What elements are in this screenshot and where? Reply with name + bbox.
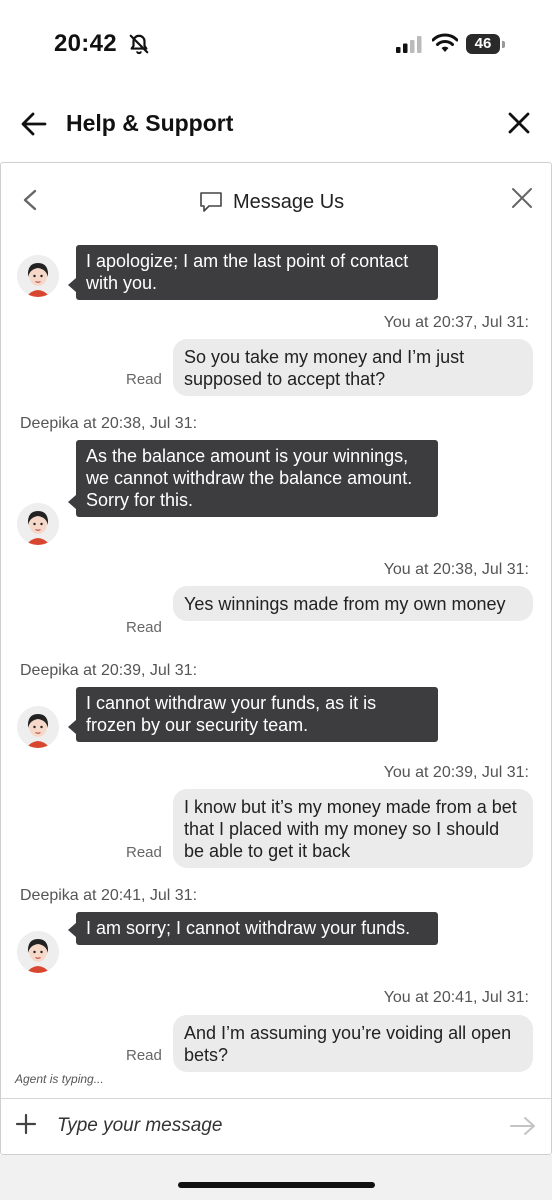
bell-slash-icon bbox=[129, 34, 149, 55]
typing-indicator: Agent is typing... bbox=[15, 1072, 104, 1086]
agent-message: I am sorry; I cannot withdraw your funds… bbox=[68, 912, 438, 945]
message-meta: You at 20:39, Jul 31: bbox=[383, 764, 529, 781]
status-time: 20:42 bbox=[54, 30, 117, 57]
bottom-area bbox=[0, 1155, 552, 1200]
agent-message: I apologize; I am the last point of cont… bbox=[68, 245, 438, 300]
agent-avatar bbox=[17, 255, 59, 297]
close-icon[interactable] bbox=[511, 187, 533, 209]
read-status: Read bbox=[126, 1047, 162, 1064]
message-meta: Deepika at 20:41, Jul 31: bbox=[20, 887, 198, 904]
battery-icon: 46 bbox=[466, 34, 506, 54]
agent-avatar bbox=[17, 503, 59, 545]
user-message: And I’m assuming you’re voiding all open… bbox=[173, 1015, 533, 1072]
user-message: So you take my money and I’m just suppos… bbox=[173, 339, 533, 396]
agent-message: As the balance amount is your winnings, … bbox=[68, 440, 438, 517]
cellular-signal-icon bbox=[396, 36, 422, 53]
message-meta: You at 20:41, Jul 31: bbox=[383, 989, 529, 1006]
read-status: Read bbox=[126, 844, 162, 861]
read-status: Read bbox=[126, 619, 162, 636]
arrow-left-icon[interactable] bbox=[20, 110, 48, 138]
agent-avatar bbox=[17, 931, 59, 973]
chat-panel: Message Us I apologize; I am the last po… bbox=[0, 162, 552, 1155]
send-arrow-icon[interactable] bbox=[509, 1115, 537, 1137]
battery-level: 46 bbox=[474, 35, 492, 52]
close-icon[interactable] bbox=[506, 110, 532, 136]
agent-avatar bbox=[17, 706, 59, 748]
plus-icon[interactable] bbox=[15, 1113, 37, 1135]
user-message: I know but it’s my money made from a bet… bbox=[173, 789, 533, 868]
message-input[interactable] bbox=[57, 1111, 477, 1141]
message-meta: You at 20:38, Jul 31: bbox=[383, 561, 529, 578]
chat-header: Message Us bbox=[1, 163, 551, 239]
read-status: Read bbox=[126, 371, 162, 388]
agent-message: I cannot withdraw your funds, as it is f… bbox=[68, 687, 438, 742]
chat-bubble-icon bbox=[200, 192, 222, 212]
app-header: Help & Support bbox=[0, 90, 552, 162]
page-title: Help & Support bbox=[66, 110, 234, 136]
message-meta: You at 20:37, Jul 31: bbox=[383, 314, 529, 331]
wifi-icon bbox=[432, 33, 458, 52]
status-bar: 20:42 46 bbox=[0, 0, 552, 90]
chat-title: Message Us bbox=[199, 189, 344, 215]
message-meta: Deepika at 20:39, Jul 31: bbox=[20, 662, 198, 679]
message-meta: Deepika at 20:38, Jul 31: bbox=[20, 415, 198, 432]
message-composer bbox=[1, 1098, 551, 1154]
chat-title-text: Message Us bbox=[233, 190, 345, 213]
chevron-left-icon[interactable] bbox=[21, 189, 39, 211]
user-message: Yes winnings made from my own money bbox=[173, 586, 533, 621]
message-list[interactable]: I apologize; I am the last point of cont… bbox=[1, 239, 551, 1094]
home-indicator[interactable] bbox=[178, 1182, 375, 1188]
